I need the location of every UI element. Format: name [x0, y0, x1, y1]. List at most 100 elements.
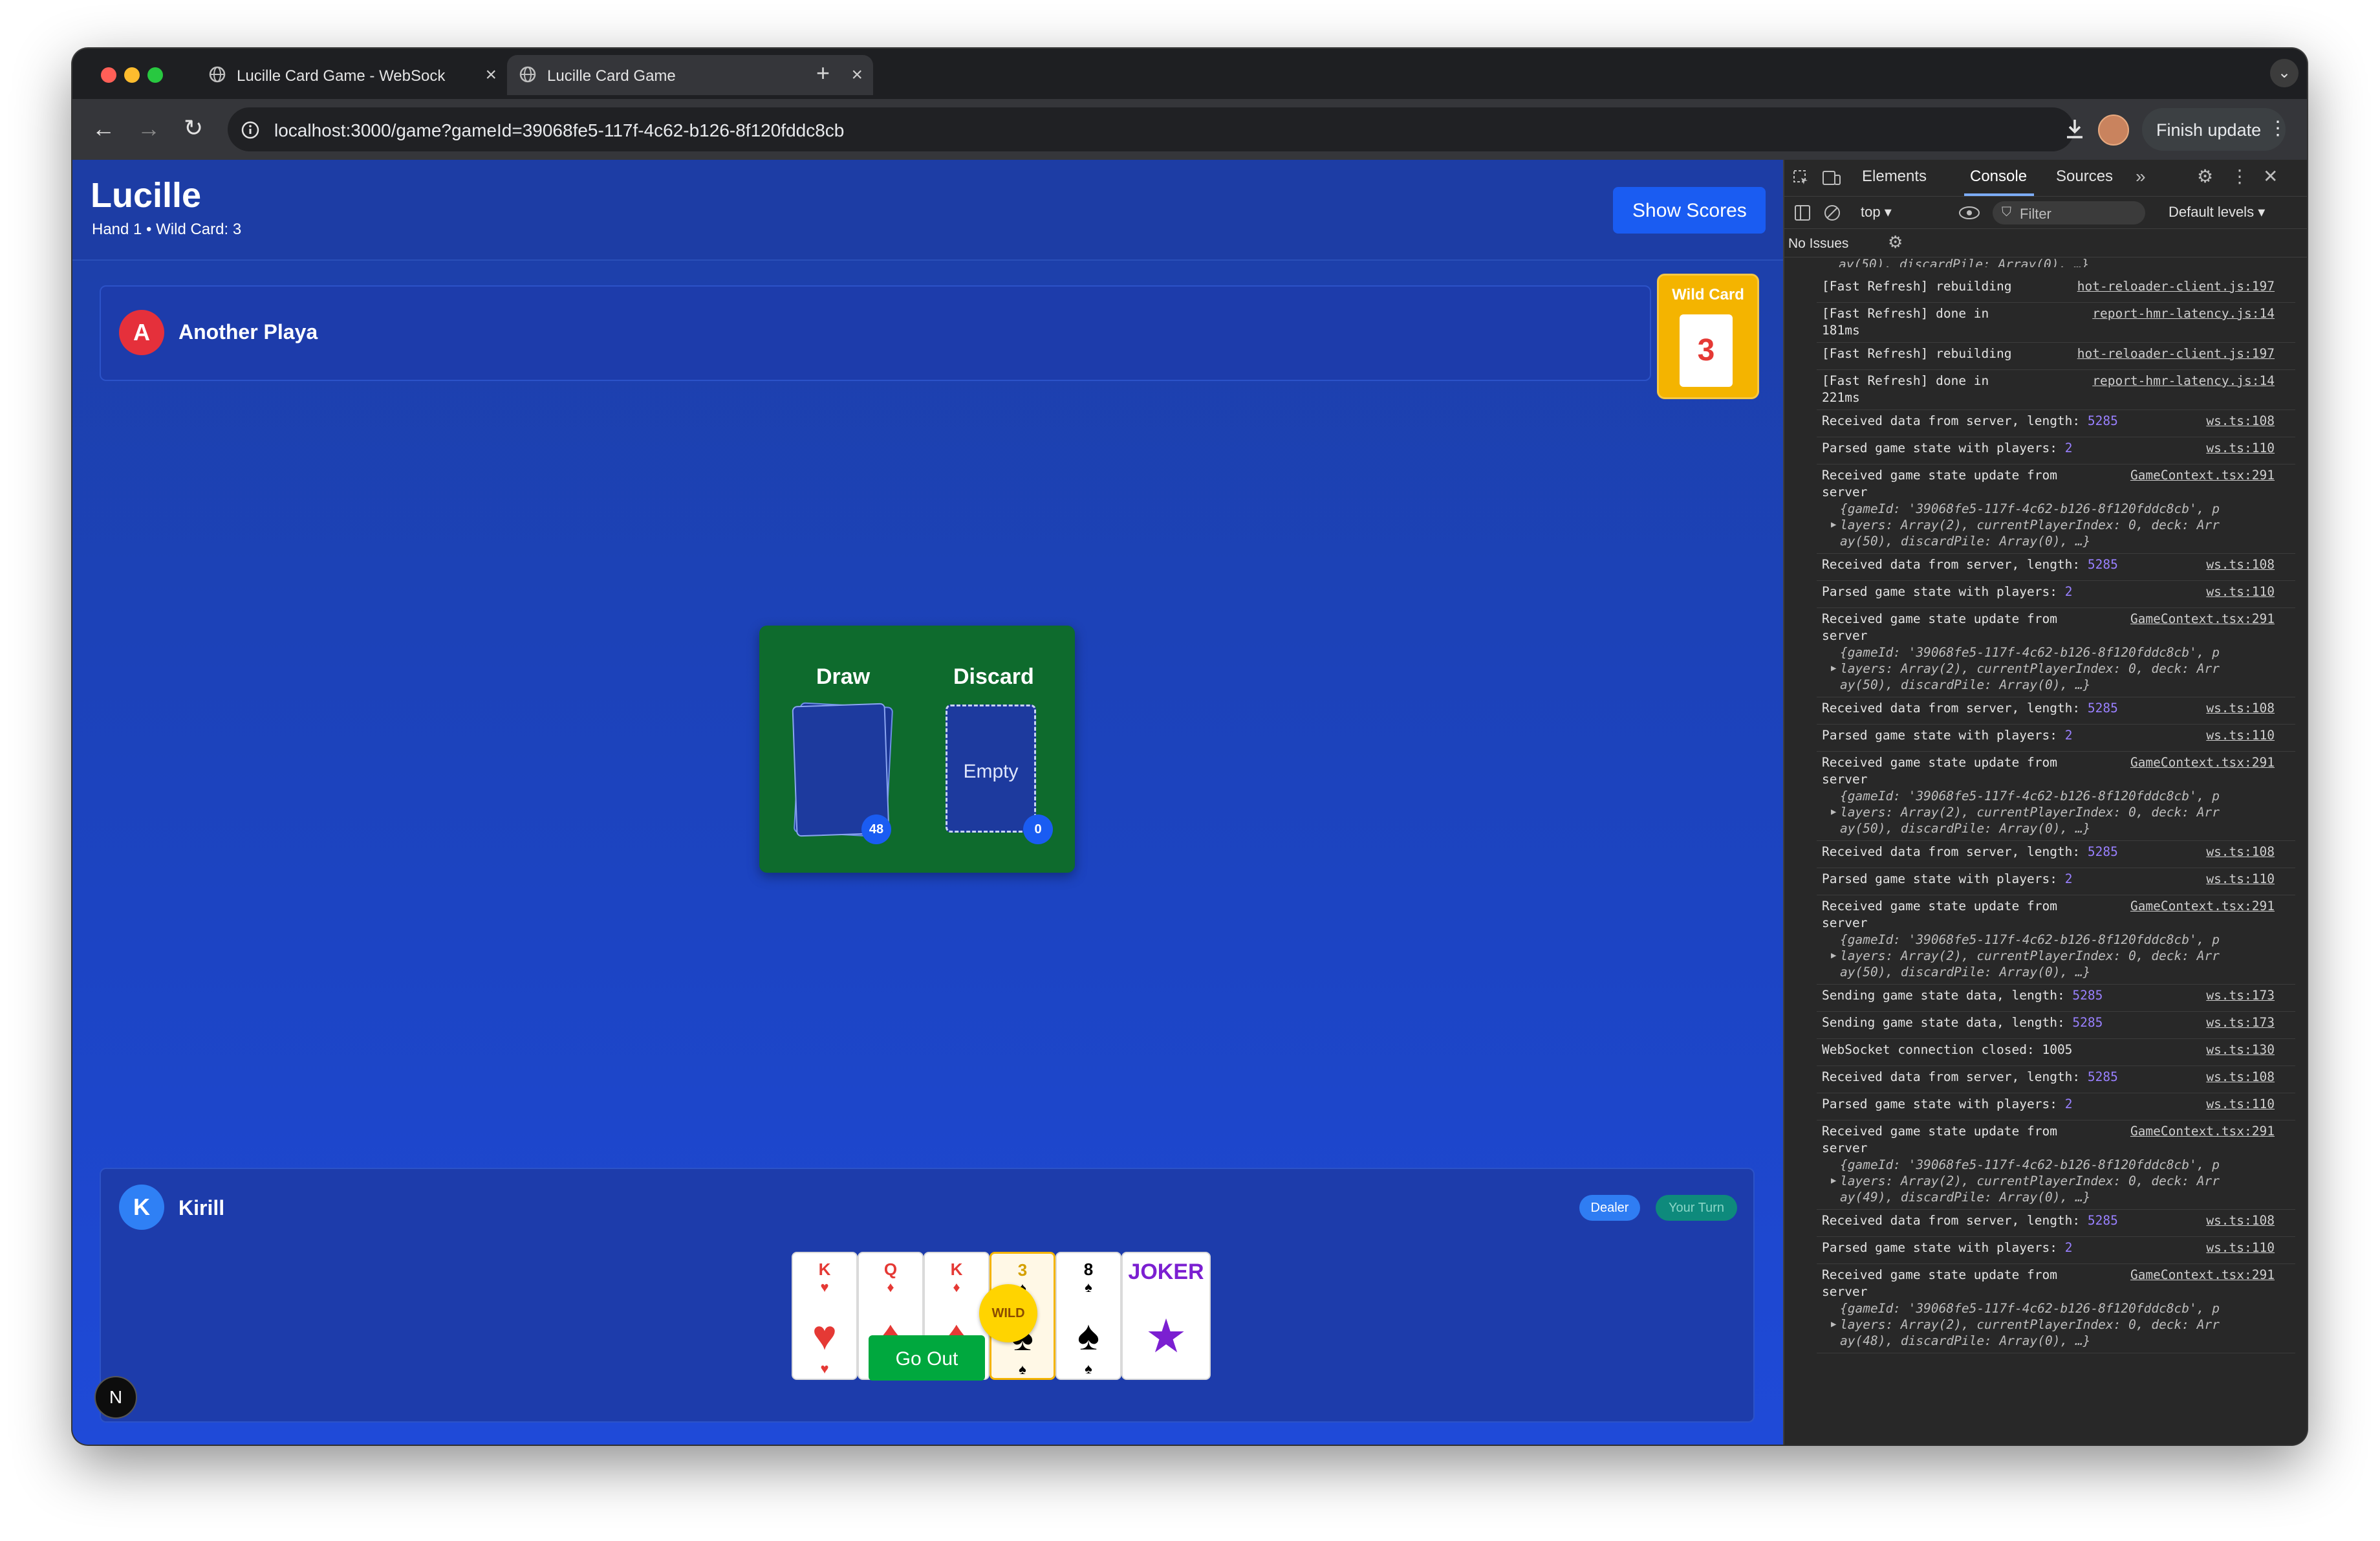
- log-object-preview[interactable]: layers: Array(2), currentPlayerIndex: 0,…: [1840, 518, 2220, 532]
- log-source-link[interactable]: GameContext.tsx:291: [2130, 1267, 2275, 1282]
- player-name: Kirill: [178, 1196, 225, 1219]
- context-selector[interactable]: top ▾: [1861, 204, 1892, 221]
- card-8-spades[interactable]: 8 ♠ ♠ ♠: [1055, 1252, 1121, 1380]
- log-text: [Fast Refresh] rebuilding: [1822, 279, 2012, 294]
- go-out-label: Go Out: [895, 1348, 958, 1370]
- more-tabs-icon[interactable]: »: [2136, 168, 2146, 186]
- log-levels-dropdown[interactable]: Default levels ▾: [2169, 204, 2265, 221]
- log-source-link[interactable]: ws.ts:108: [2206, 1213, 2275, 1228]
- address-bar[interactable]: localhost:3000/game?gameId=39068fe5-117f…: [228, 107, 2167, 151]
- log-text: Received data from server, length:: [1822, 844, 2088, 859]
- log-separator: [1817, 1236, 2295, 1237]
- log-number: 5285: [2087, 844, 2118, 859]
- filter-input[interactable]: ⛉ Filter: [1993, 201, 2145, 224]
- discard-pile[interactable]: Empty: [946, 705, 1036, 833]
- expand-triangle-icon[interactable]: ▶: [1831, 1175, 1836, 1186]
- spade-icon: ♠: [1085, 1279, 1092, 1295]
- log-source-link[interactable]: GameContext.tsx:291: [2130, 611, 2275, 626]
- tab-search-chevron-icon[interactable]: ⌄: [2270, 59, 2299, 87]
- card-joker[interactable]: JOKER ★: [1121, 1252, 1211, 1380]
- log-separator: [1817, 580, 2295, 581]
- game-page: Lucille Hand 1 • Wild Card: 3 Show Score…: [72, 160, 1783, 1445]
- log-source-link[interactable]: GameContext.tsx:291: [2130, 899, 2275, 913]
- back-arrow-icon[interactable]: ←: [92, 117, 115, 140]
- log-object-preview[interactable]: layers: Array(2), currentPlayerIndex: 0,…: [1840, 1174, 2220, 1188]
- log-message: Received data from server, length: 5285: [1822, 1213, 2118, 1228]
- expand-triangle-icon[interactable]: ▶: [1831, 807, 1836, 817]
- log-source-link[interactable]: ws.ts:108: [2206, 701, 2275, 716]
- log-source-link[interactable]: ws.ts:130: [2206, 1042, 2275, 1057]
- log-number: 5285: [2072, 988, 2103, 1003]
- profile-avatar[interactable]: [2098, 115, 2129, 146]
- log-object-preview[interactable]: layers: Array(2), currentPlayerIndex: 0,…: [1840, 948, 2220, 963]
- log-object-preview[interactable]: layers: Array(2), currentPlayerIndex: 0,…: [1840, 805, 2220, 820]
- close-tab-icon[interactable]: ×: [485, 64, 497, 86]
- card-k-hearts[interactable]: K ♥ ♥ ♥: [792, 1252, 858, 1380]
- settings-gear-icon[interactable]: ⚙: [2197, 168, 2213, 186]
- log-source-link[interactable]: GameContext.tsx:291: [2130, 755, 2275, 770]
- close-window-button[interactable]: [101, 67, 116, 83]
- log-message: Received data from server, length: 5285: [1822, 1069, 2118, 1084]
- log-source-link[interactable]: ws.ts:108: [2206, 844, 2275, 859]
- log-object-preview[interactable]: layers: Array(2), currentPlayerIndex: 0,…: [1840, 1317, 2220, 1332]
- expand-triangle-icon[interactable]: ▶: [1831, 519, 1836, 530]
- show-scores-button[interactable]: Show Scores: [1613, 187, 1766, 234]
- spade-icon: ♠: [1085, 1361, 1092, 1377]
- log-message: [Fast Refresh] done in: [1822, 306, 1989, 321]
- log-text: Parsed game state with players:: [1822, 871, 2065, 886]
- forward-arrow-icon[interactable]: →: [137, 117, 160, 140]
- minimize-window-button[interactable]: [124, 67, 140, 83]
- log-text-continued: server: [1822, 628, 1868, 643]
- dealer-badge: Dealer: [1579, 1195, 1640, 1221]
- nextjs-logo-icon[interactable]: N: [94, 1376, 137, 1419]
- log-source-link[interactable]: GameContext.tsx:291: [2130, 468, 2275, 483]
- log-source-link[interactable]: hot-reloader-client.js:197: [2077, 346, 2275, 361]
- expand-triangle-icon[interactable]: ▶: [1831, 663, 1836, 673]
- log-source-link[interactable]: GameContext.tsx:291: [2130, 1124, 2275, 1139]
- log-source-link[interactable]: ws.ts:108: [2206, 557, 2275, 572]
- expand-triangle-icon[interactable]: ▶: [1831, 1319, 1836, 1329]
- tab-elements[interactable]: Elements: [1862, 168, 1927, 186]
- finish-update-button[interactable]: Finish update ⋮: [2142, 108, 2288, 151]
- devtools-menu-icon[interactable]: ⋮: [2231, 168, 2249, 186]
- log-source-link[interactable]: ws.ts:173: [2206, 1015, 2275, 1030]
- log-source-link[interactable]: ws.ts:108: [2206, 413, 2275, 428]
- log-source-link[interactable]: ws.ts:110: [2206, 728, 2275, 743]
- log-source-link[interactable]: ws.ts:173: [2206, 988, 2275, 1003]
- inspect-element-icon[interactable]: [1792, 169, 1810, 187]
- go-out-button[interactable]: Go Out: [869, 1335, 985, 1381]
- log-source-link[interactable]: ws.ts:110: [2206, 441, 2275, 455]
- log-source-link[interactable]: report-hmr-latency.js:14: [2092, 306, 2275, 321]
- piles-area: Draw Discard 48 Empty 0: [759, 626, 1075, 873]
- log-source-link[interactable]: ws.ts:108: [2206, 1069, 2275, 1084]
- close-tab-icon[interactable]: ×: [851, 64, 863, 86]
- expand-triangle-icon[interactable]: ▶: [1831, 950, 1836, 961]
- issues-settings-gear-icon[interactable]: ⚙: [1888, 232, 1903, 252]
- log-source-link[interactable]: ws.ts:110: [2206, 584, 2275, 599]
- log-source-link[interactable]: report-hmr-latency.js:14: [2092, 373, 2275, 388]
- card-rank: Q: [883, 1260, 898, 1279]
- clear-console-icon[interactable]: [1823, 204, 1841, 222]
- sidebar-toggle-icon[interactable]: [1793, 204, 1812, 222]
- tab-sources[interactable]: Sources: [2056, 168, 2113, 186]
- tab-websocket[interactable]: Lucille Card Game - WebSock ×: [197, 55, 507, 95]
- device-toolbar-icon[interactable]: [1822, 169, 1841, 187]
- opponent-avatar: A: [119, 310, 164, 355]
- zoom-window-button[interactable]: [147, 67, 163, 83]
- site-info-icon[interactable]: [241, 120, 260, 140]
- log-message: Received game state update from: [1822, 1124, 2057, 1139]
- eye-icon[interactable]: [1958, 205, 1981, 221]
- log-message: Parsed game state with players: 2: [1822, 1240, 2072, 1255]
- log-source-link[interactable]: ws.ts:110: [2206, 871, 2275, 886]
- new-tab-icon[interactable]: +: [816, 61, 830, 85]
- issues-text[interactable]: No Issues: [1788, 236, 1848, 252]
- log-source-link[interactable]: ws.ts:110: [2206, 1240, 2275, 1255]
- log-source-link[interactable]: ws.ts:110: [2206, 1097, 2275, 1111]
- download-icon[interactable]: [2063, 117, 2086, 140]
- tab-console[interactable]: Console: [1970, 168, 2027, 186]
- log-text: [Fast Refresh] done in: [1822, 373, 1989, 388]
- reload-icon[interactable]: ↻: [184, 116, 203, 140]
- log-source-link[interactable]: hot-reloader-client.js:197: [2077, 279, 2275, 294]
- close-devtools-icon[interactable]: ✕: [2263, 168, 2278, 186]
- log-object-preview[interactable]: layers: Array(2), currentPlayerIndex: 0,…: [1840, 661, 2220, 676]
